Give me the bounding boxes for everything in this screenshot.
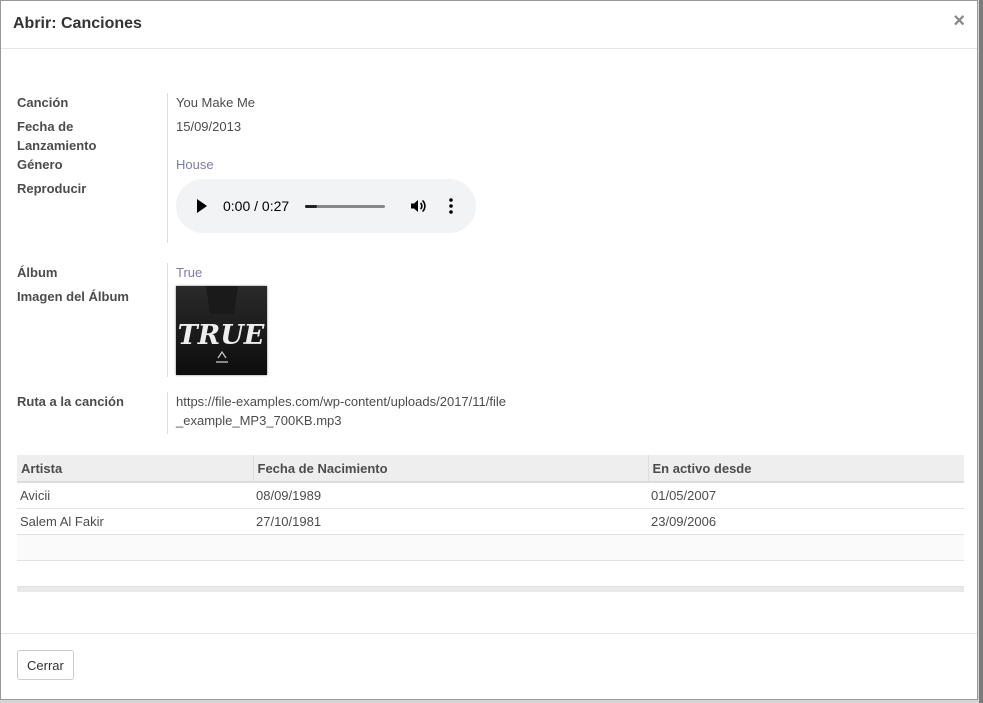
column-header-active-since[interactable]: En activo desde bbox=[647, 455, 964, 483]
artist-cell: Salem Al Fakir bbox=[17, 508, 253, 535]
modal-backdrop bbox=[979, 0, 983, 703]
dialog-header: Abrir: Canciones × bbox=[1, 1, 977, 49]
song-value: You Make Me bbox=[176, 95, 256, 110]
column-header-birthdate[interactable]: Fecha de Nacimiento bbox=[252, 455, 648, 483]
table-footer bbox=[17, 586, 964, 592]
field-divider bbox=[167, 263, 168, 377]
active-since-cell: 01/05/2007 bbox=[648, 482, 964, 509]
field-divider bbox=[167, 392, 168, 434]
audio-progress-fill bbox=[305, 205, 317, 208]
table-row[interactable]: Salem Al Fakir 27/10/1981 23/09/2006 bbox=[17, 508, 964, 535]
artists-table: Artista Fecha de Nacimiento En activo de… bbox=[17, 455, 964, 592]
empty-table-row bbox=[17, 534, 964, 561]
dialog-title: Abrir: Canciones bbox=[13, 15, 142, 32]
close-button[interactable]: Cerrar bbox=[17, 650, 74, 680]
open-songs-dialog: Abrir: Canciones × Canción Fecha de Lanz… bbox=[0, 0, 978, 700]
empty-table-row bbox=[17, 560, 964, 587]
audio-progress-bar[interactable] bbox=[305, 205, 385, 208]
release-date-value: 15/09/2013 bbox=[176, 119, 242, 134]
play-label: Reproducir bbox=[17, 181, 87, 196]
album-cover-wordmark: TRUE bbox=[178, 320, 265, 351]
release-date-label: Fecha de Lanzamiento bbox=[17, 119, 97, 153]
album-image-label: Imagen del Álbum bbox=[17, 289, 129, 304]
song-label: Canción bbox=[17, 95, 69, 110]
genre-label: Género bbox=[17, 157, 63, 172]
column-header-artist[interactable]: Artista bbox=[17, 455, 253, 483]
dialog-footer: Cerrar bbox=[1, 633, 977, 702]
play-icon[interactable] bbox=[197, 199, 207, 213]
genre-link[interactable]: House bbox=[176, 155, 214, 174]
more-options-icon[interactable] bbox=[448, 197, 454, 215]
table-row[interactable]: Avicii 08/09/1989 01/05/2007 bbox=[17, 482, 964, 509]
birthdate-cell: 08/09/1989 bbox=[253, 482, 648, 509]
audio-time: 0:00 / 0:27 bbox=[223, 198, 290, 214]
album-link[interactable]: True bbox=[176, 263, 202, 282]
audio-player[interactable]: 0:00 / 0:27 bbox=[176, 179, 476, 233]
active-since-cell: 23/09/2006 bbox=[648, 508, 964, 535]
artist-cell: Avicii bbox=[17, 482, 253, 509]
birthdate-cell: 27/10/1981 bbox=[253, 508, 648, 535]
volume-icon[interactable] bbox=[409, 197, 427, 215]
album-cover-image: TRUE bbox=[176, 286, 267, 375]
close-icon[interactable]: × bbox=[953, 11, 965, 31]
song-path-label: Ruta a la canción bbox=[17, 394, 124, 409]
field-divider bbox=[167, 93, 168, 243]
song-path-value: https://file-examples.com/wp-content/upl… bbox=[176, 394, 506, 428]
album-label: Álbum bbox=[17, 265, 58, 280]
table-header-row: Artista Fecha de Nacimiento En activo de… bbox=[17, 455, 964, 483]
